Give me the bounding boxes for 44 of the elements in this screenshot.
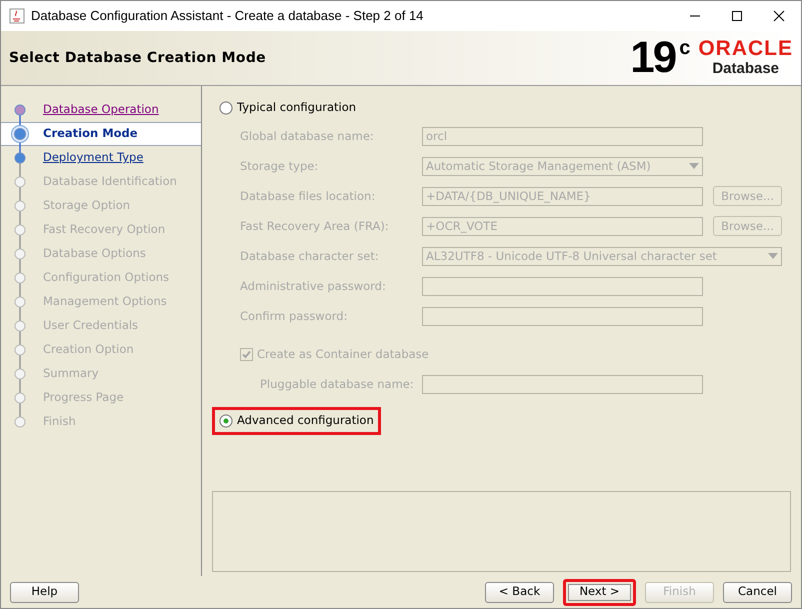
- next-button[interactable]: Next >: [563, 578, 636, 606]
- step-link: Finish: [43, 413, 76, 430]
- step-link: Creation Option: [43, 341, 134, 358]
- step-link: Configuration Options: [43, 269, 170, 286]
- field-label: Administrative password:: [240, 278, 387, 295]
- cancel-button[interactable]: Cancel: [723, 582, 792, 602]
- field-label: Database files location:: [240, 188, 376, 205]
- version-suffix: c: [679, 38, 690, 58]
- brand-logo: ORACLE: [698, 38, 793, 60]
- field-label: Global database name:: [240, 128, 375, 145]
- close-icon[interactable]: [773, 10, 785, 22]
- step-link: User Credentials: [43, 317, 138, 334]
- product-name: Database: [712, 60, 780, 78]
- field-label: Confirm password:: [240, 308, 348, 325]
- advanced-radio[interactable]: Advanced configuration: [212, 407, 381, 434]
- step-link[interactable]: Database Operation: [43, 101, 159, 119]
- help-button[interactable]: Help: [10, 582, 79, 602]
- window-title: Database Configuration Assistant - Create a database - Step 2 of 14: [31, 7, 424, 26]
- step-link: Database Identification: [43, 173, 177, 190]
- radio-icon[interactable]: [219, 414, 233, 428]
- field-label: Fast Recovery Area (FRA):: [240, 218, 390, 235]
- pdb-name-field[interactable]: [422, 374, 703, 394]
- checkbox-icon[interactable]: [240, 348, 253, 361]
- radio-icon[interactable]: [219, 100, 233, 115]
- step-link: Fast Recovery Option: [43, 221, 166, 238]
- version-number: 19: [630, 38, 676, 78]
- step-link: Storage Option: [43, 197, 130, 214]
- password-field[interactable]: [422, 306, 703, 326]
- field-label: Database character set:: [240, 248, 380, 265]
- step-link: Progress Page: [43, 389, 124, 406]
- page-heading: Select Database Creation Mode: [9, 48, 266, 68]
- step-link[interactable]: Deployment Type: [43, 149, 144, 167]
- field-label: Storage type:: [240, 158, 320, 175]
- dropdown-caret-icon: [689, 163, 699, 170]
- maximize-icon[interactable]: [731, 10, 743, 22]
- field-label: Pluggable database name:: [259, 376, 415, 393]
- dropdown-caret-icon: [768, 253, 778, 260]
- step-link: Management Options: [43, 293, 167, 310]
- step-link: Summary: [43, 365, 99, 382]
- java-icon: [9, 8, 25, 24]
- back-button[interactable]: < Back: [485, 582, 554, 602]
- step-link: Database Options: [43, 245, 146, 262]
- password-field[interactable]: [422, 276, 703, 296]
- typical-radio[interactable]: Typical configuration: [212, 94, 364, 122]
